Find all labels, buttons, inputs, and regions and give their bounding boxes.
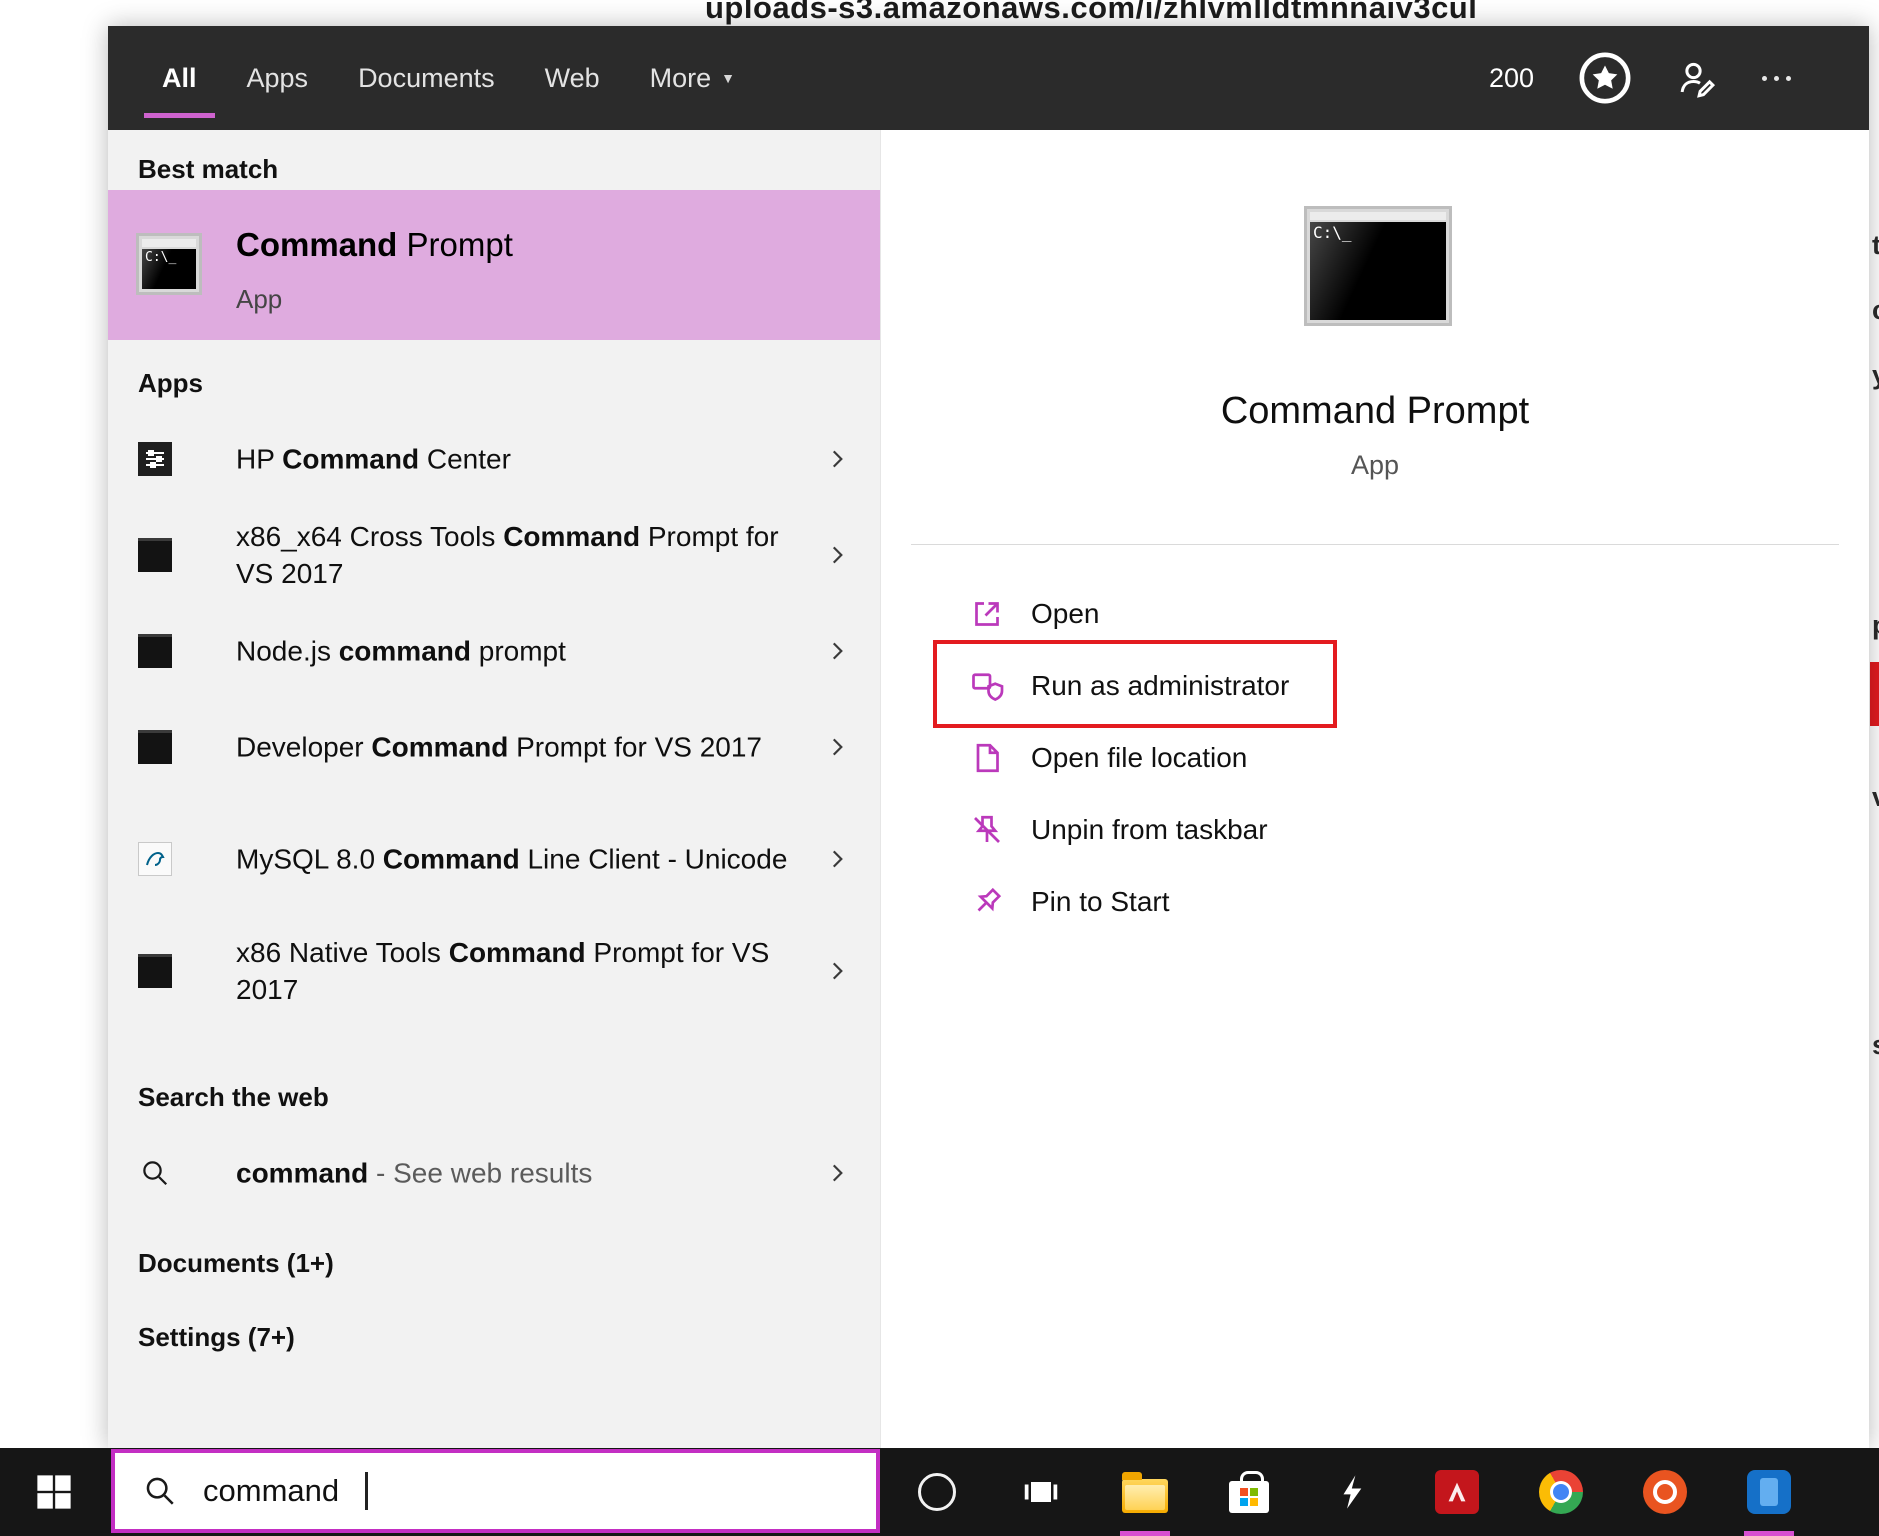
background-text-fragment: c <box>1872 295 1879 326</box>
app-result-label: x86_x64 Cross Tools Command Prompt for V… <box>236 521 779 589</box>
best-match-title: Command Prompt <box>236 226 513 263</box>
annotation-highlight-box <box>933 640 1337 728</box>
cortana-icon[interactable] <box>913 1468 961 1516</box>
app-result-x86-x64-cross-tools[interactable]: x86_x64 Cross Tools Command Prompt for V… <box>108 502 880 608</box>
taskbar: command <box>0 1448 1879 1536</box>
action-unpin-from-taskbar[interactable]: Unpin from taskbar <box>881 794 1869 866</box>
background-text-fragment: v <box>1872 782 1879 813</box>
ubuntu-icon[interactable] <box>1641 1468 1689 1516</box>
app-result-nodejs-command-prompt[interactable]: Node.js command prompt <box>108 614 880 688</box>
search-icon <box>138 1156 172 1190</box>
taskbar-icons <box>913 1468 1793 1516</box>
app-result-label: x86 Native Tools Command Prompt for VS 2… <box>236 937 770 1005</box>
chevron-right-icon[interactable] <box>824 542 850 568</box>
background-text-fragment: s <box>1872 1030 1879 1061</box>
app-result-mysql-command-line-client[interactable]: MySQL 8.0 Command Line Client - Unicode <box>108 806 880 912</box>
file-location-icon <box>969 740 1005 776</box>
rewards-points: 200 <box>1488 62 1534 93</box>
feedback-person-icon[interactable] <box>1676 57 1718 99</box>
unpin-icon <box>969 812 1005 848</box>
options-ellipsis-icon[interactable] <box>1762 75 1791 81</box>
filter-tabs: All Apps Documents Web More ▼ <box>144 26 785 130</box>
search-query-text: command <box>203 1473 340 1508</box>
section-documents[interactable]: Documents (1+) <box>138 1248 334 1279</box>
chevron-right-icon[interactable] <box>824 958 850 984</box>
best-match-subtitle: App <box>236 284 283 314</box>
background-red-annotation-fragment <box>1870 662 1879 726</box>
divider <box>911 544 1839 545</box>
command-prompt-mini-icon <box>138 954 172 988</box>
start-button[interactable] <box>0 1448 108 1536</box>
app-result-x86-native-tools[interactable]: x86 Native Tools Command Prompt for VS 2… <box>108 918 880 1024</box>
command-prompt-icon-large: C:\_ <box>1304 206 1452 326</box>
mysql-icon <box>138 842 172 876</box>
chevron-right-icon[interactable] <box>824 1160 850 1186</box>
app-result-label: MySQL 8.0 Command Line Client - Unicode <box>236 843 788 875</box>
preview-title: Command Prompt <box>1220 390 1530 432</box>
app-result-hp-command-center[interactable]: HP Command Center <box>108 422 880 496</box>
background-text-fragment: y <box>1872 360 1879 391</box>
app-result-label: HP Command Center <box>236 443 511 475</box>
lightning-icon[interactable] <box>1329 1468 1377 1516</box>
section-settings[interactable]: Settings (7+) <box>138 1322 295 1353</box>
pin-icon <box>969 884 1005 920</box>
tab-documents[interactable]: Documents <box>358 26 495 130</box>
chevron-down-icon: ▼ <box>721 70 736 86</box>
tab-web[interactable]: Web <box>545 26 600 130</box>
app-result-label: Node.js command prompt <box>236 635 566 667</box>
action-pin-to-start[interactable]: Pin to Start <box>881 866 1869 938</box>
file-explorer-icon[interactable] <box>1121 1468 1169 1516</box>
taskbar-search-input[interactable]: command <box>111 1449 880 1533</box>
app-result-label: Developer Command Prompt for VS 2017 <box>236 731 762 763</box>
header-actions: 200 <box>1489 26 1791 130</box>
tab-apps[interactable]: Apps <box>247 26 309 130</box>
tab-all[interactable]: All <box>144 26 214 130</box>
preview-subtitle: App <box>1350 450 1400 480</box>
start-search-flyout: All Apps Documents Web More ▼ 200 Best ma… <box>108 26 1869 1448</box>
hp-command-center-icon <box>138 442 172 476</box>
results-panel: Best match C:\_ Command Prompt App Apps … <box>108 130 880 1448</box>
microsoft-store-icon[interactable] <box>1225 1468 1273 1516</box>
command-prompt-icon: C:\_ <box>136 233 202 295</box>
open-icon <box>969 596 1005 632</box>
command-prompt-mini-icon <box>138 730 172 764</box>
task-view-icon[interactable] <box>1017 1468 1065 1516</box>
running-app-indicator <box>1744 1531 1794 1536</box>
chevron-right-icon[interactable] <box>824 638 850 664</box>
best-match-result[interactable]: C:\_ Command Prompt App <box>108 190 880 340</box>
text-cursor <box>365 1472 369 1510</box>
chevron-right-icon[interactable] <box>824 734 850 760</box>
chevron-right-icon[interactable] <box>824 446 850 472</box>
search-filter-bar: All Apps Documents Web More ▼ 200 <box>108 26 1869 130</box>
command-prompt-mini-icon <box>138 634 172 668</box>
action-open-file-location[interactable]: Open file location <box>881 722 1869 794</box>
command-prompt-mini-icon <box>138 538 172 572</box>
section-apps: Apps <box>138 368 203 398</box>
background-text-fragment: t <box>1872 230 1879 260</box>
search-icon <box>143 1474 177 1508</box>
section-search-the-web: Search the web <box>138 1082 329 1112</box>
your-phone-icon[interactable] <box>1745 1468 1793 1516</box>
rewards-medal-icon[interactable] <box>1578 51 1632 105</box>
web-result-label: command - See web results <box>236 1157 593 1189</box>
background-page-text: uploads-s3.amazonaws.com/i/zhlvmlldtmnna… <box>705 0 1478 25</box>
chrome-icon[interactable] <box>1537 1468 1585 1516</box>
adobe-acrobat-icon[interactable] <box>1433 1468 1481 1516</box>
app-result-developer-command-prompt[interactable]: Developer Command Prompt for VS 2017 <box>108 694 880 800</box>
windows-logo-icon <box>37 1475 71 1509</box>
background-text-fragment: p <box>1872 610 1879 641</box>
web-result-command[interactable]: command - See web results <box>108 1136 880 1210</box>
tab-more[interactable]: More ▼ <box>650 26 735 130</box>
preview-panel: C:\_ Command Prompt App Open Run as admi… <box>880 130 1869 1448</box>
screen: uploads-s3.amazonaws.com/i/zhlvmlldtmnna… <box>0 0 1879 1536</box>
section-best-match: Best match <box>138 154 279 184</box>
running-app-indicator <box>1120 1531 1170 1536</box>
chevron-right-icon[interactable] <box>824 846 850 872</box>
